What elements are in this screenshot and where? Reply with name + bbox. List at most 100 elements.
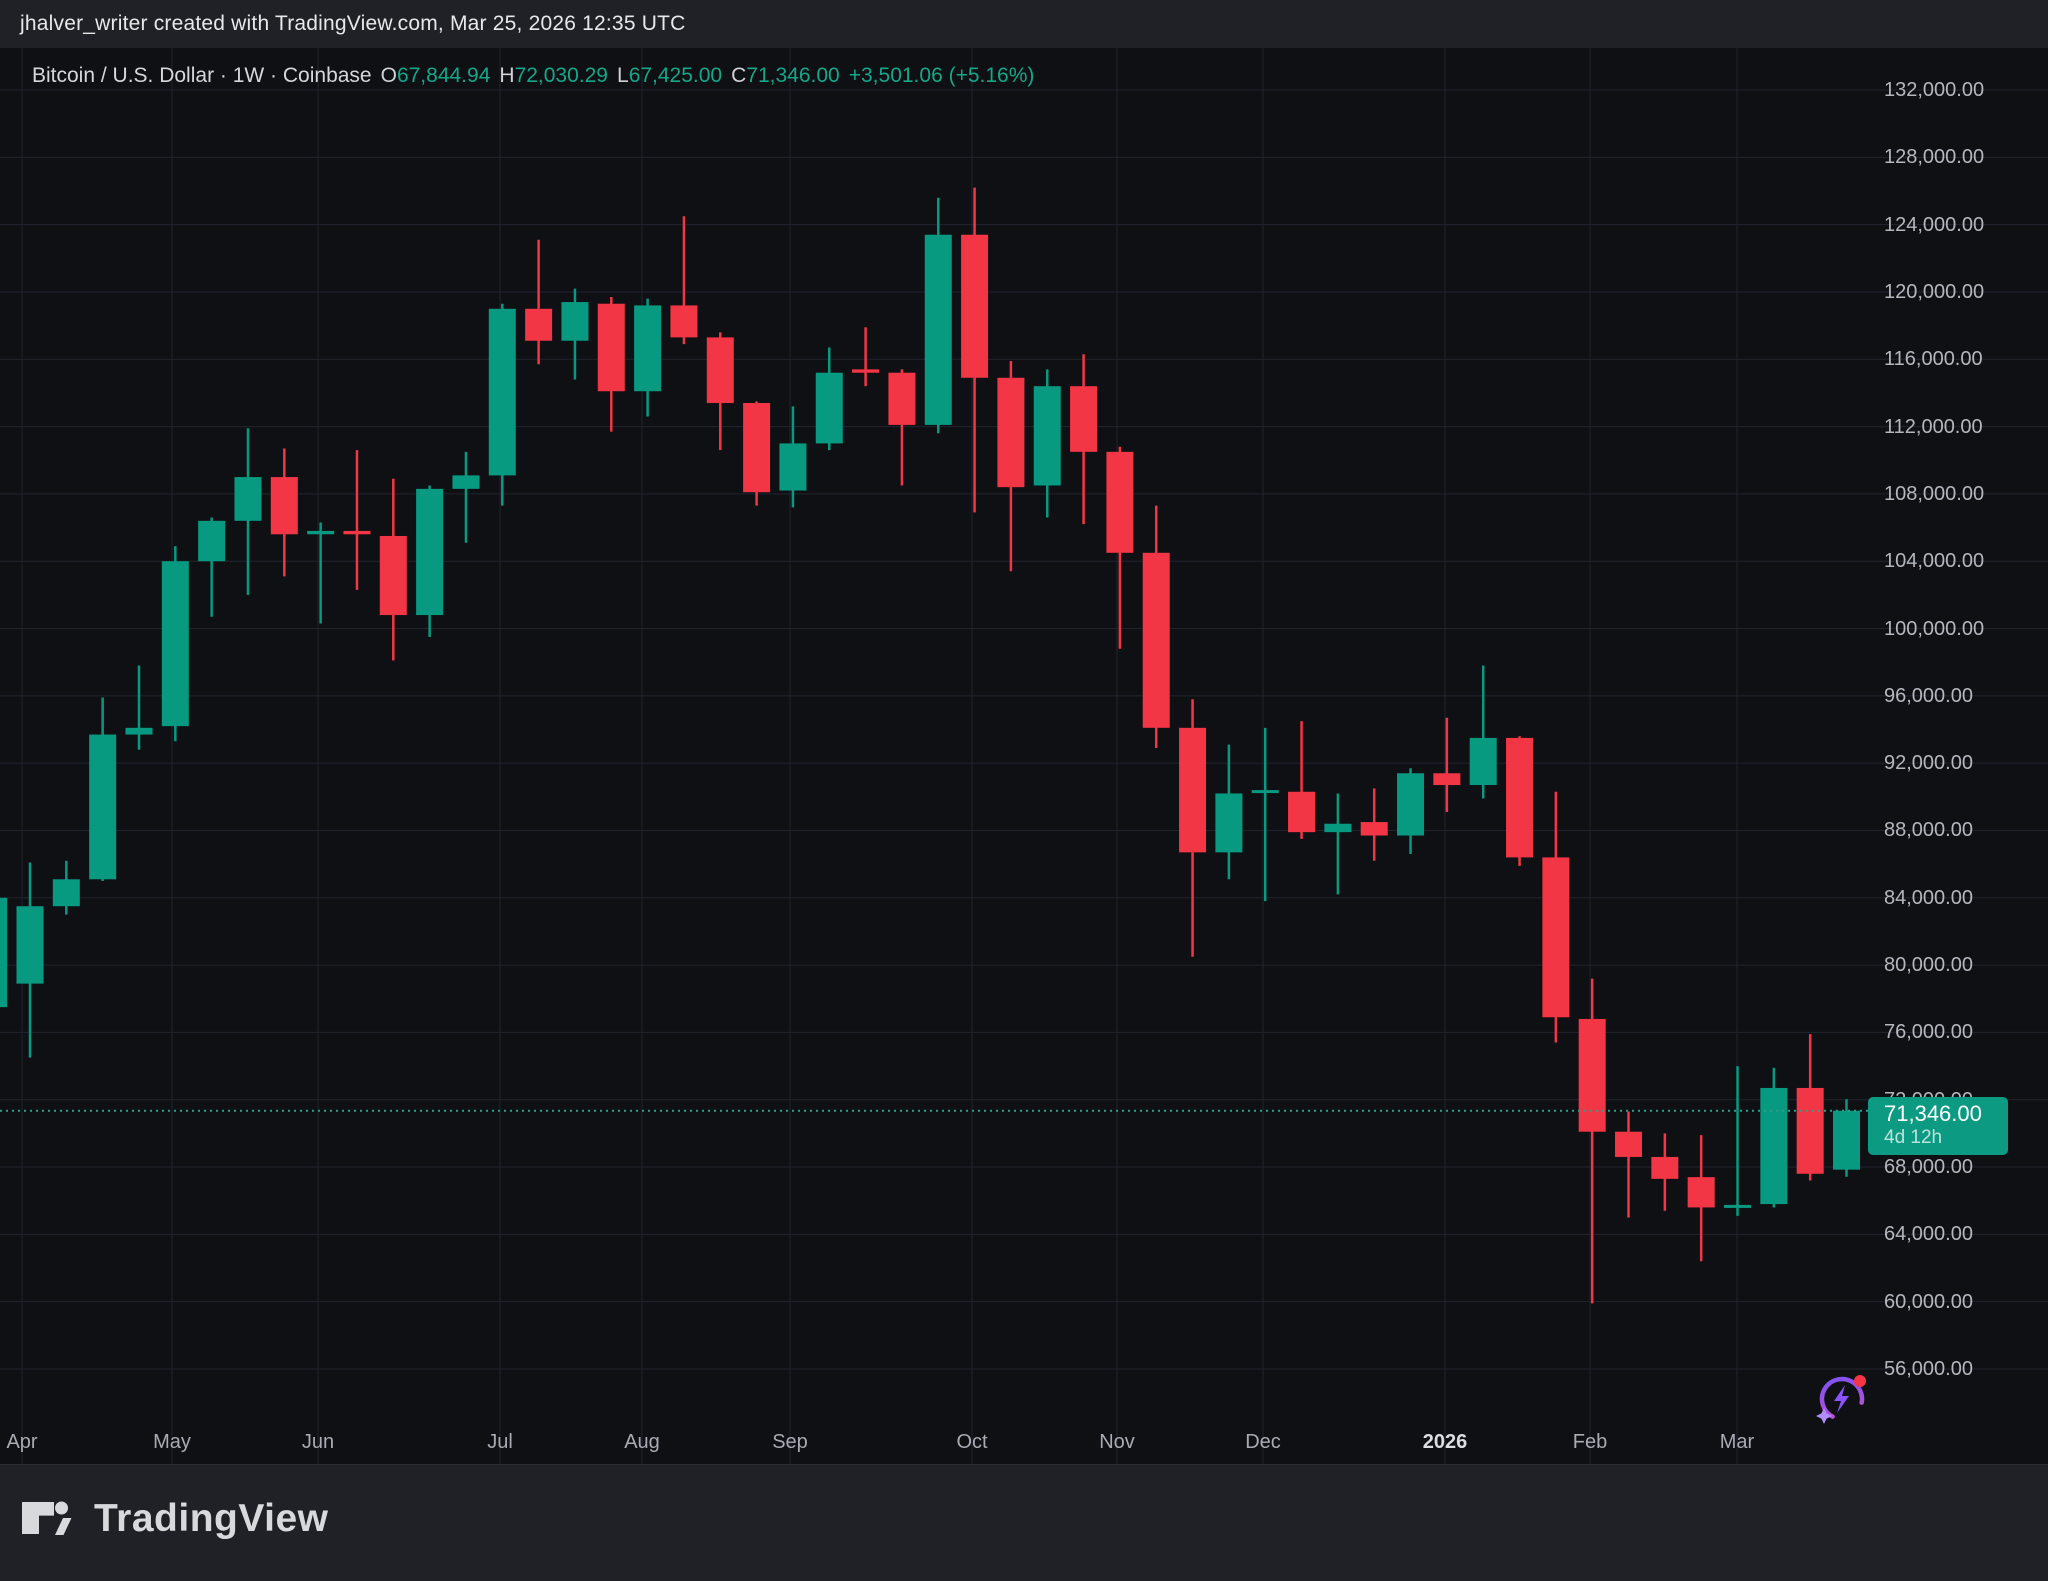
- price-axis-label: 124,000.00: [1884, 213, 1984, 237]
- tradingview-logo-icon: [22, 1501, 76, 1537]
- price-axis-label: 84,000.00: [1884, 886, 1973, 910]
- candle[interactable]: [1433, 773, 1460, 785]
- candle[interactable]: [1252, 790, 1279, 793]
- time-axis-label: Jun: [302, 1430, 334, 1454]
- lightning-bolt-icon: [1834, 1385, 1849, 1413]
- attribution-text: jhalver_writer created with TradingView.…: [20, 12, 686, 36]
- candle[interactable]: [1797, 1088, 1824, 1174]
- candle[interactable]: [525, 309, 552, 341]
- red-dot: [1854, 1375, 1866, 1387]
- sparkle-star-icon: [1816, 1408, 1832, 1424]
- plot-background: [0, 48, 2048, 1464]
- candle[interactable]: [598, 304, 625, 392]
- candle[interactable]: [89, 735, 116, 880]
- candle[interactable]: [380, 536, 407, 615]
- candle[interactable]: [1397, 773, 1424, 835]
- current-price-badge[interactable]: 71,346.00 4d 12h: [1868, 1097, 2008, 1155]
- candle[interactable]: [234, 477, 261, 521]
- candle[interactable]: [162, 561, 189, 726]
- symbol-legend: Bitcoin / U.S. Dollar · 1W · Coinbase O6…: [32, 64, 1034, 88]
- candle[interactable]: [125, 728, 152, 735]
- candle[interactable]: [670, 305, 697, 337]
- candle[interactable]: [1034, 386, 1061, 485]
- bar-countdown: 4d 12h: [1884, 1127, 2008, 1149]
- candle[interactable]: [1760, 1088, 1787, 1204]
- price-axis-label: 108,000.00: [1884, 482, 1984, 506]
- candle[interactable]: [925, 235, 952, 425]
- price-axis-label: 112,000.00: [1884, 415, 1983, 439]
- candle[interactable]: [634, 305, 661, 391]
- price-axis-label: 128,000.00: [1884, 145, 1984, 169]
- candle[interactable]: [997, 378, 1024, 487]
- candle[interactable]: [1542, 857, 1569, 1017]
- candle[interactable]: [1579, 1019, 1606, 1132]
- candle[interactable]: [743, 403, 770, 492]
- symbol-title[interactable]: Bitcoin / U.S. Dollar · 1W · Coinbase: [32, 64, 372, 88]
- candle[interactable]: [961, 235, 988, 378]
- time-axis-label: Feb: [1573, 1430, 1607, 1454]
- price-axis-label: 120,000.00: [1884, 280, 1984, 304]
- candle[interactable]: [17, 906, 44, 983]
- candle[interactable]: [1615, 1132, 1642, 1157]
- candle[interactable]: [307, 531, 334, 534]
- ohlc-low: L67,425.00: [617, 64, 722, 88]
- candle[interactable]: [561, 302, 588, 341]
- candle[interactable]: [0, 898, 7, 1007]
- candle[interactable]: [1651, 1157, 1678, 1179]
- candle[interactable]: [1688, 1177, 1715, 1207]
- candle[interactable]: [1470, 738, 1497, 785]
- time-axis-label: Mar: [1720, 1430, 1754, 1454]
- candle[interactable]: [452, 475, 479, 488]
- candle[interactable]: [1361, 822, 1388, 835]
- candle[interactable]: [343, 531, 370, 534]
- candle[interactable]: [1724, 1205, 1751, 1208]
- time-axis-label: Sep: [772, 1430, 808, 1454]
- candle[interactable]: [1288, 792, 1315, 832]
- candlestick-chart[interactable]: [0, 0, 2048, 1581]
- ohlc-high: H72,030.29: [499, 64, 608, 88]
- candle[interactable]: [1833, 1111, 1860, 1170]
- candle[interactable]: [707, 337, 734, 403]
- price-axis-label: 96,000.00: [1884, 684, 1973, 708]
- price-axis-label: 100,000.00: [1884, 617, 1984, 641]
- candle[interactable]: [1143, 553, 1170, 728]
- price-axis-label: 132,000.00: [1884, 78, 1984, 102]
- price-axis-label: 88,000.00: [1884, 818, 1973, 842]
- price-axis-label: 68,000.00: [1884, 1155, 1973, 1179]
- tradingview-logo[interactable]: TradingView: [22, 1497, 329, 1541]
- candle[interactable]: [1179, 728, 1206, 853]
- candle[interactable]: [1215, 793, 1242, 852]
- tradingview-published-chart: 132,000.00 128,000.00 124,000.00 120,000.00…: [0, 0, 2048, 1581]
- time-axis-label: Oct: [956, 1430, 987, 1454]
- price-axis-label: 64,000.00: [1884, 1222, 1973, 1246]
- candle[interactable]: [816, 373, 843, 444]
- boost-rocket-icon[interactable]: [1815, 1370, 1871, 1426]
- ohlc-open: O67,844.94: [381, 64, 491, 88]
- ohlc-close: C71,346.00: [731, 64, 840, 88]
- time-axis-label: May: [153, 1430, 191, 1454]
- time-axis-label: Jul: [487, 1430, 513, 1454]
- candle[interactable]: [198, 521, 225, 561]
- current-price-value: 71,346.00: [1884, 1101, 2008, 1127]
- candle[interactable]: [416, 489, 443, 615]
- time-axis-label: 2026: [1423, 1430, 1468, 1454]
- candle[interactable]: [779, 443, 806, 490]
- time-axis-label: Nov: [1099, 1430, 1135, 1454]
- price-axis-label: 76,000.00: [1884, 1020, 1973, 1044]
- attribution-bar: jhalver_writer created with TradingView.…: [0, 0, 2048, 48]
- candle[interactable]: [852, 369, 879, 372]
- candle[interactable]: [489, 309, 516, 476]
- footer-bar: TradingView: [0, 1464, 2048, 1581]
- candle[interactable]: [1506, 738, 1533, 857]
- candle[interactable]: [53, 879, 80, 906]
- price-axis-label: 60,000.00: [1884, 1290, 1973, 1314]
- price-axis-label: 56,000.00: [1884, 1357, 1973, 1381]
- price-axis-label: 116,000.00: [1884, 347, 1983, 371]
- candle[interactable]: [1106, 452, 1133, 553]
- price-axis-label: 80,000.00: [1884, 953, 1973, 977]
- time-axis-label: Dec: [1245, 1430, 1281, 1454]
- candle[interactable]: [271, 477, 298, 534]
- candle[interactable]: [888, 373, 915, 425]
- candle[interactable]: [1324, 824, 1351, 832]
- candle[interactable]: [1070, 386, 1097, 452]
